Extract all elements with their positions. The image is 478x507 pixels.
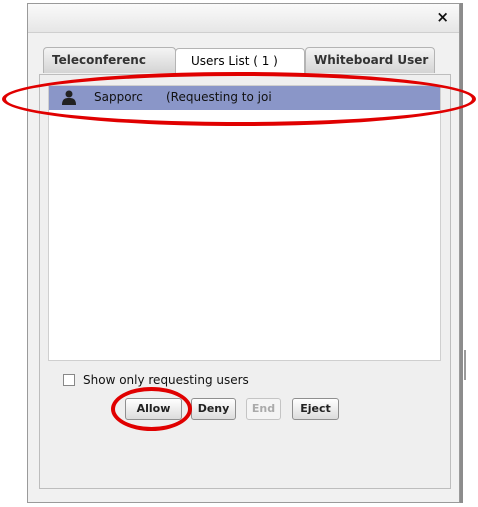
show-requesting-checkbox[interactable] <box>63 374 75 386</box>
eject-button[interactable]: Eject <box>292 398 339 420</box>
users-dialog: × Teleconferenc Users List ( 1 ) Whitebo… <box>27 3 460 503</box>
user-status: (Requesting to joi <box>166 90 272 104</box>
dialog-titlebar: × <box>28 4 459 33</box>
user-icon <box>62 90 76 105</box>
tab-teleconference[interactable]: Teleconferenc <box>43 47 176 73</box>
deny-button[interactable]: Deny <box>191 398 236 420</box>
tab-whiteboard-users[interactable]: Whiteboard User <box>305 47 435 73</box>
dialog-shadow <box>460 3 463 503</box>
show-requesting-label: Show only requesting users <box>83 373 249 387</box>
users-list: Sapporc (Requesting to joi <box>48 85 441 361</box>
end-button: End <box>246 398 281 420</box>
dialog-edge-mark <box>464 350 466 380</box>
close-icon[interactable]: × <box>436 8 449 26</box>
user-name: Sapporc <box>94 90 143 104</box>
tab-users-list[interactable]: Users List ( 1 ) <box>175 48 305 75</box>
list-item[interactable]: Sapporc (Requesting to joi <box>49 86 440 110</box>
allow-button[interactable]: Allow <box>125 398 182 420</box>
